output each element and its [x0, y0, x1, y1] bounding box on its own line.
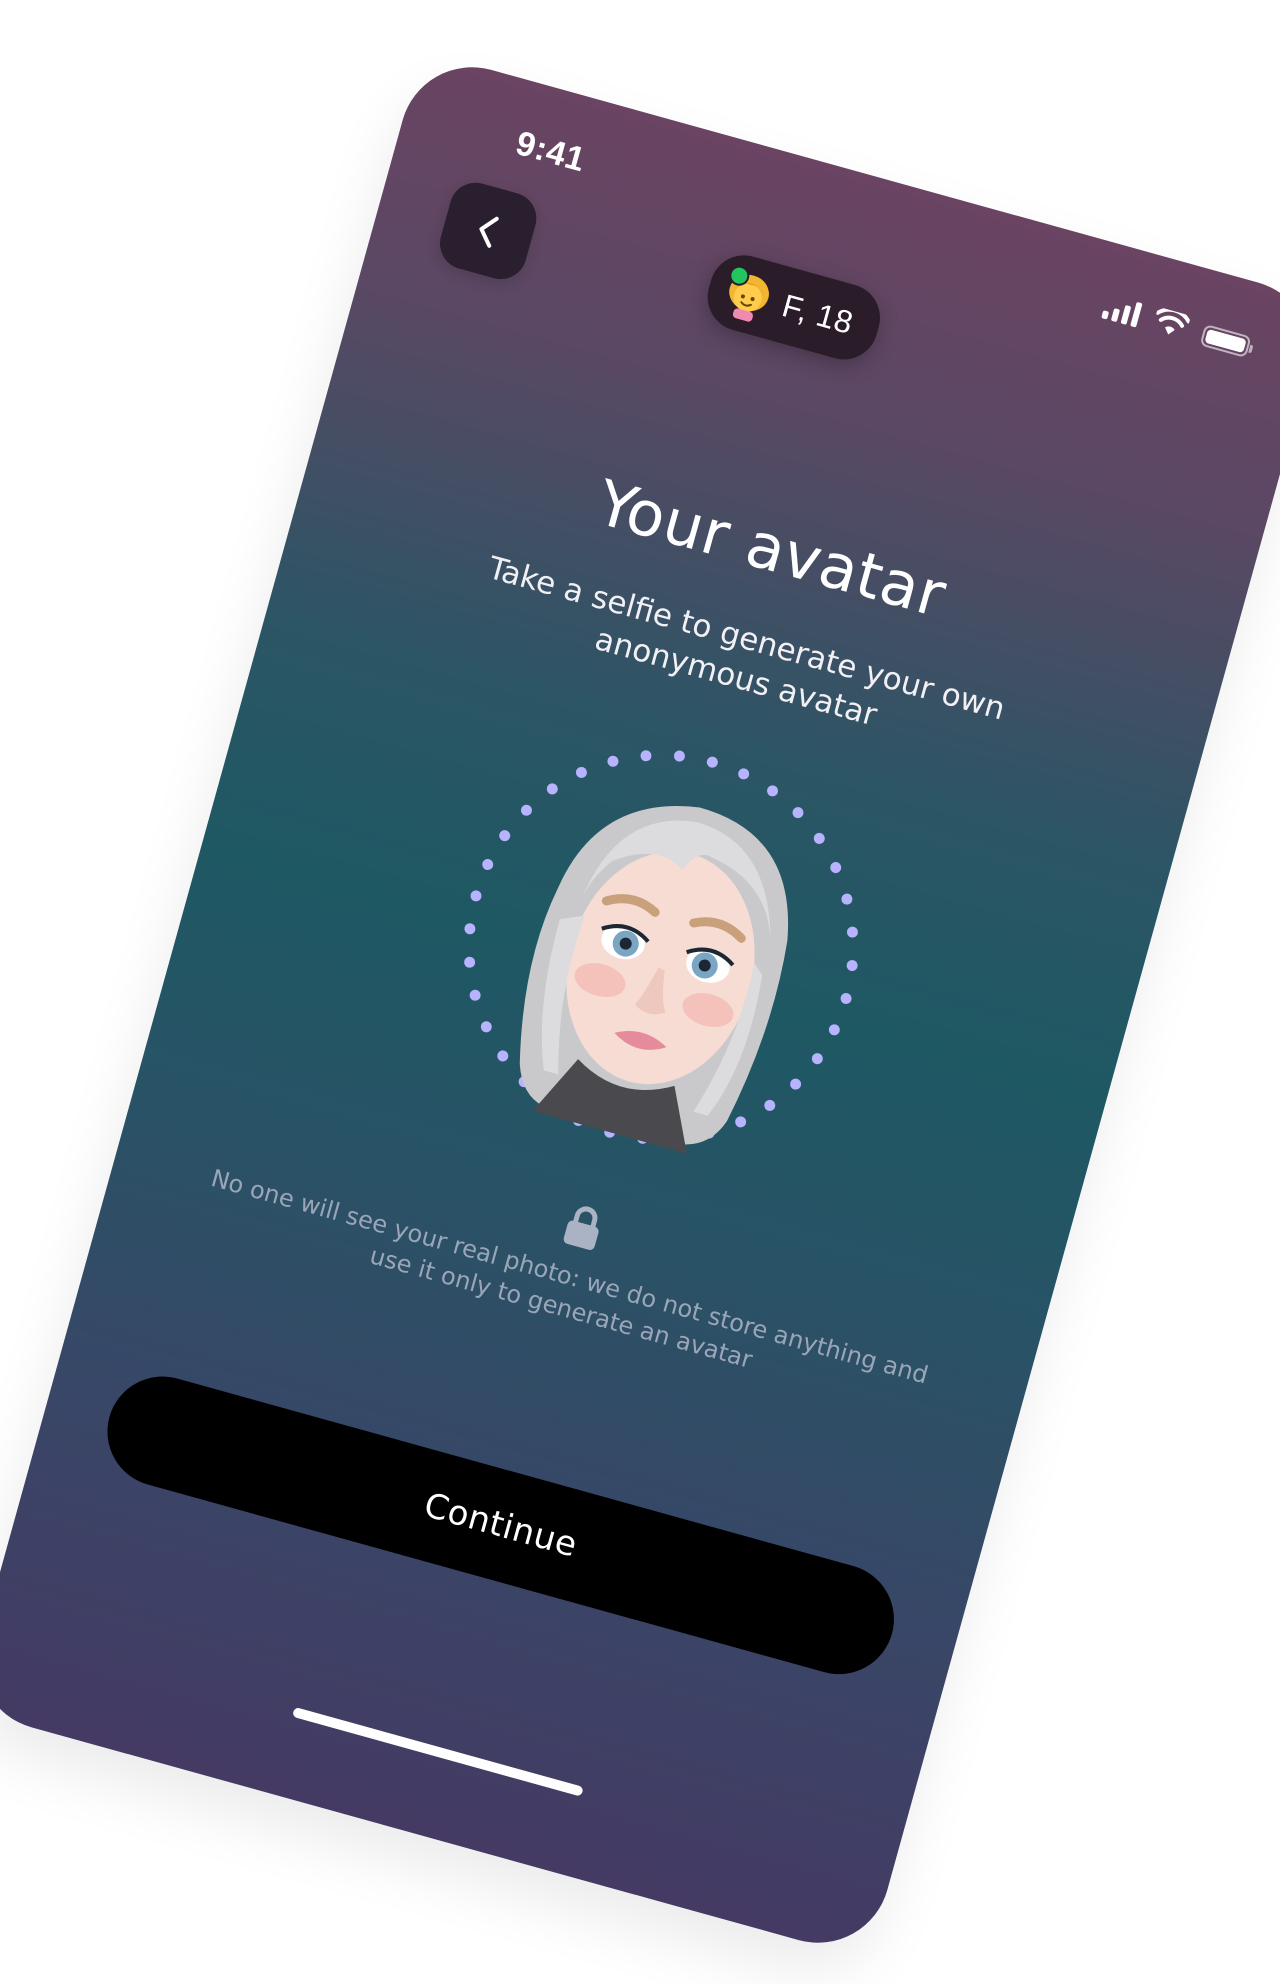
memoji-avatar-icon [519, 806, 789, 1154]
status-icons [1101, 293, 1252, 359]
phone-screen: 9:41 F, 18 Your avatar Take a selfie to … [0, 50, 1280, 1960]
profile-chip[interactable]: F, 18 [699, 247, 888, 368]
battery-icon [1199, 323, 1252, 359]
cellular-signal-icon [1101, 293, 1143, 328]
status-time: 9:41 [511, 124, 590, 180]
back-button[interactable] [433, 176, 543, 286]
wifi-icon [1155, 307, 1191, 335]
screen: 9:41 F, 18 Your avatar Take a selfie to … [0, 0, 1280, 1984]
privacy-text: No one will see your real photo: we do n… [208, 1164, 932, 1390]
chip-avatar [717, 263, 781, 327]
privacy-note: No one will see your real photo: we do n… [181, 1101, 965, 1427]
continue-button[interactable]: Continue [94, 1363, 907, 1687]
avatar-preview[interactable] [415, 701, 907, 1193]
lock-icon [563, 1206, 599, 1250]
home-indicator[interactable] [292, 1706, 584, 1797]
chevron-left-icon [479, 216, 499, 248]
profile-chip-label: F, 18 [778, 286, 858, 341]
